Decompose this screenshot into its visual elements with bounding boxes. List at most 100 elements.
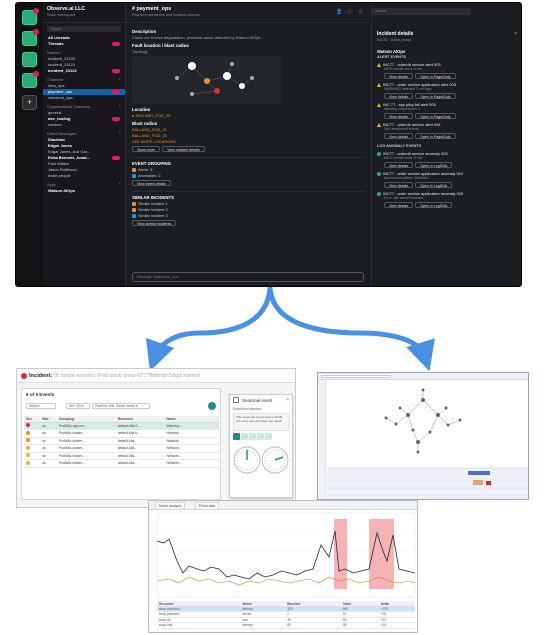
view-similar-button[interactable]: View similar incidents <box>132 220 177 226</box>
graph-node[interactable] <box>204 78 210 84</box>
day-block <box>265 433 272 440</box>
events-search[interactable]: Search <box>26 403 56 409</box>
topology-canvas[interactable] <box>318 380 529 500</box>
open-external-button[interactable]: Open in PagerDuty <box>415 133 456 139</box>
table-cell: default-k8s-lr... <box>115 429 165 438</box>
view-details-button[interactable]: View details <box>384 73 414 79</box>
workspace-rail: + <box>16 3 43 286</box>
timeline-event[interactable] <box>486 481 491 485</box>
table-cell: ok <box>40 452 57 460</box>
table-row[interactable]: ok Pod/k8s-cluster... default-k8s... Networ… <box>24 444 219 453</box>
location-title: Fault location / blast radius <box>132 43 189 48</box>
section-apps[interactable]: Apps + <box>43 179 125 188</box>
open-external-button[interactable]: Open in PagerDuty <box>415 93 456 99</box>
channel-name[interactable]: # payment_ops <box>132 6 365 12</box>
similar-item[interactable]: Similar incident 1 <box>132 201 364 206</box>
graph-node[interactable] <box>230 62 234 66</box>
metrics-table: Resource Metric Baseline Value Delta shop-ch… <box>157 601 415 629</box>
add-icon[interactable]: + <box>119 130 121 135</box>
unread-badge <box>112 156 120 160</box>
severity-filter[interactable]: Sev. (6) ▾ <box>66 403 90 409</box>
open-external-button[interactable]: Open in LogDNA <box>415 162 453 168</box>
view-events-button[interactable]: View event details <box>132 180 171 186</box>
section-org[interactable]: Organizational Channels + <box>43 101 125 110</box>
graph-node[interactable] <box>188 62 196 70</box>
timeline-event[interactable] <box>473 480 483 485</box>
header-icons[interactable]: 👤 ⓘ ☆ <box>336 8 365 15</box>
table-row[interactable]: ok Pod/k8s-cluster... default-k8s... Networ… <box>24 452 219 460</box>
open-external-button[interactable]: Open in LogDNA <box>415 202 453 208</box>
severity-icon <box>26 460 30 465</box>
similar-item-text: Similar incident 1 <box>138 201 168 206</box>
table-row[interactable]: shop-cart latency 80 95 +15 <box>157 622 415 629</box>
owner-filter[interactable]: Owners: Will, Sarah Jones ▾ <box>92 403 150 409</box>
view-details-button[interactable]: View details <box>384 133 414 139</box>
open-external-button[interactable]: Open in PagerDuty <box>415 113 456 119</box>
blast-item-text: BALLAND_POD_22 <box>132 133 167 138</box>
close-icon[interactable]: × <box>286 397 289 403</box>
sidebar-search[interactable]: Search <box>47 26 121 32</box>
workspace-header[interactable]: Observe.ai LLC Slack workspace <box>43 3 125 23</box>
table-cell: Network... <box>164 437 199 445</box>
severity-icon <box>26 453 30 458</box>
close-icon[interactable]: × <box>514 31 517 37</box>
table-cell: Network... <box>164 444 199 453</box>
workspace-button[interactable] <box>22 52 37 67</box>
arrows <box>145 286 435 372</box>
view-details-button[interactable]: View details <box>384 113 414 119</box>
add-workspace-button[interactable]: + <box>22 95 37 110</box>
open-external-button[interactable]: Open in LogDNA <box>415 182 453 188</box>
tab-metric[interactable]: Metric analysis <box>155 502 186 509</box>
location-value[interactable]: ● BALLAND_POD_25 <box>132 113 364 118</box>
status-dot-icon <box>377 171 381 176</box>
alert-events-title: ALERT EVENTS <box>377 55 406 59</box>
section-dm[interactable]: Direct Messages + <box>43 128 125 137</box>
sidebar-item-label: general <box>48 110 62 115</box>
incident-icon <box>132 207 136 212</box>
sidebar-item-label: Watson AIOps <box>48 188 76 193</box>
table-cell: 95 <box>340 622 379 629</box>
topology-graph[interactable] <box>132 56 282 104</box>
graph-node[interactable] <box>175 76 179 80</box>
table-row[interactable]: ok Pod/k8s-cluster... default-k8s-lr... Net… <box>24 429 219 438</box>
description-text: Check out service degradation, probable … <box>132 35 261 40</box>
view-details-button[interactable]: View details <box>384 162 414 168</box>
view-incident-button[interactable]: View incident details <box>162 146 205 152</box>
top-search[interactable]: Search <box>371 8 471 15</box>
graph-node[interactable] <box>214 88 220 94</box>
anomaly-region[interactable] <box>334 519 347 589</box>
table-cell: Network... <box>164 452 199 460</box>
add-icon[interactable]: + <box>119 103 121 108</box>
table-row[interactable]: ok Pod/K8s-app-rm... default-k8s-0... Warni… <box>24 422 219 430</box>
workspace-button[interactable] <box>22 71 39 88</box>
graph-node[interactable] <box>239 83 245 89</box>
blast-item[interactable]: BALLAND_POD_21 <box>132 127 364 132</box>
workspace-button[interactable] <box>22 8 39 25</box>
status-dot-icon <box>377 151 381 156</box>
add-icon[interactable]: + <box>119 76 121 81</box>
section-channels[interactable]: Channels + <box>43 74 125 83</box>
open-external-button[interactable]: Open in PagerDuty <box>415 73 456 79</box>
table-row[interactable]: ok Pod/k8s-cluster... default-k8s... Networ… <box>24 437 219 445</box>
topology-filter[interactable] <box>321 375 391 378</box>
table-row[interactable]: ok Pod/k8s-cluster... default-k8s... Networ… <box>24 459 219 468</box>
workspace-button[interactable] <box>22 29 39 46</box>
alerts-count: Alerts: 3 <box>132 167 364 172</box>
sidebar-item[interactable]: Watson AIOps <box>43 188 125 194</box>
view-details-button[interactable]: View details <box>384 202 414 208</box>
add-icon[interactable] <box>208 402 216 410</box>
section-starred[interactable]: Starred <box>43 47 125 56</box>
view-details-button[interactable]: View details <box>384 93 414 99</box>
message-composer[interactable]: Message #payment_ops <box>132 272 364 282</box>
graph-node[interactable] <box>250 76 254 80</box>
graph-node[interactable] <box>223 72 231 80</box>
graph-node[interactable] <box>190 92 194 96</box>
anomaly-region[interactable] <box>369 519 394 589</box>
blast-item[interactable]: BALLAND_POD_22 <box>132 133 364 138</box>
time-selector[interactable] <box>468 471 490 475</box>
show-more-button[interactable]: Show more <box>132 146 161 152</box>
view-details-button[interactable]: View details <box>384 182 414 188</box>
tab-event[interactable]: Event data <box>195 502 220 509</box>
similar-item[interactable]: Similar incident 2 <box>132 207 364 212</box>
add-icon[interactable]: + <box>119 181 121 186</box>
